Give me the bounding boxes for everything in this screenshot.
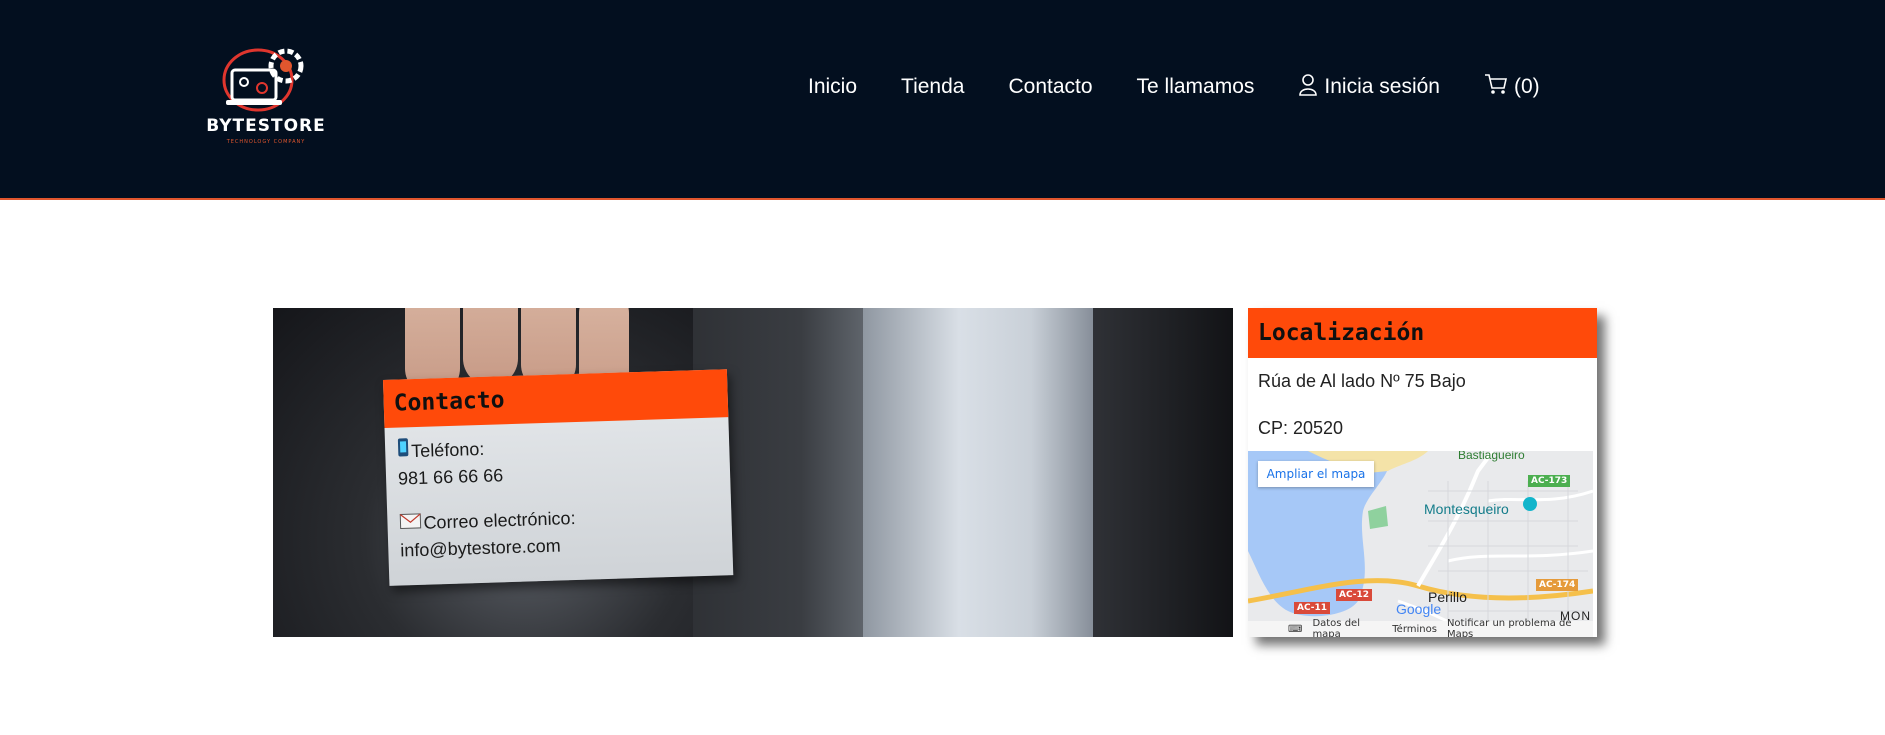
cart-count: (0) [1513, 75, 1540, 98]
laptop-gear-logo-icon [222, 48, 304, 112]
nav-link-inicio[interactable]: Inicio [808, 75, 857, 99]
nav-link-contacto[interactable]: Contacto [1008, 75, 1092, 99]
map-label-bastiagueiro: Bastiagueiro [1458, 451, 1525, 462]
site-header: BYTESTORE TECHNOLOGY COMPANY Inicio Tien… [0, 0, 1885, 200]
nav-link-tienda[interactable]: Tienda [901, 75, 964, 99]
jacket-background [1093, 308, 1233, 637]
logo-tagline: TECHNOLOGY COMPANY [226, 139, 306, 145]
embedded-map[interactable]: Ampliar el mapa Bastiagueiro Montesqueir… [1248, 451, 1593, 637]
main-nav: Inicio Tienda Contacto Te llamamos Inici… [808, 72, 1540, 102]
road-badge-ac173: AC-173 [1528, 475, 1571, 487]
contact-title: Contacto [393, 387, 505, 417]
road-badge-ac12: AC-12 [1336, 589, 1373, 601]
map-footer: ⌨ Datos del mapa Términos Notificar un p… [1248, 618, 1593, 637]
logo-wordmark: BYTESTORE [206, 116, 326, 136]
road-badge-ac11: AC-11 [1294, 602, 1331, 614]
location-panel: Localización Rúa de Al lado Nº 75 Bajo C… [1248, 308, 1597, 637]
user-icon [1298, 73, 1318, 101]
location-address: Rúa de Al lado Nº 75 Bajo [1258, 371, 1466, 391]
map-report-link[interactable]: Notificar un problema de Maps [1447, 618, 1583, 637]
road-badge-ac174: AC-174 [1536, 579, 1579, 591]
shirt-background [863, 308, 1103, 637]
map-data-link[interactable]: Datos del mapa [1312, 618, 1382, 637]
email-icon [399, 510, 422, 538]
contact-card-body: Teléfono: 981 66 66 66 Correo electrónic… [385, 417, 733, 575]
login-label: Inicia sesión [1324, 75, 1440, 98]
map-terms-link[interactable]: Términos [1392, 624, 1437, 635]
cart-link[interactable]: (0) [1484, 73, 1540, 101]
phone-label: Teléfono: [410, 438, 485, 461]
keyboard-icon[interactable]: ⌨ [1288, 624, 1302, 635]
contact-banner-photo: Contacto Teléfono: 981 66 66 66 Correo e… [273, 308, 1233, 637]
bytestore-logo[interactable]: BYTESTORE TECHNOLOGY COMPANY [196, 40, 336, 150]
google-logo: Google [1396, 601, 1442, 617]
login-link[interactable]: Inicia sesión [1298, 73, 1440, 101]
cart-icon [1484, 73, 1508, 101]
nav-link-te-llamamos[interactable]: Te llamamos [1137, 75, 1255, 99]
map-label-montesqueiro: Montesqueiro [1424, 501, 1509, 517]
location-postal-code: CP: 20520 [1258, 418, 1344, 438]
contact-card: Contacto Teléfono: 981 66 66 66 Correo e… [383, 369, 734, 586]
location-title: Localización [1258, 320, 1425, 346]
phone-icon [397, 437, 410, 465]
enlarge-map-button[interactable]: Ampliar el mapa [1258, 461, 1374, 487]
location-header: Localización [1248, 308, 1597, 358]
